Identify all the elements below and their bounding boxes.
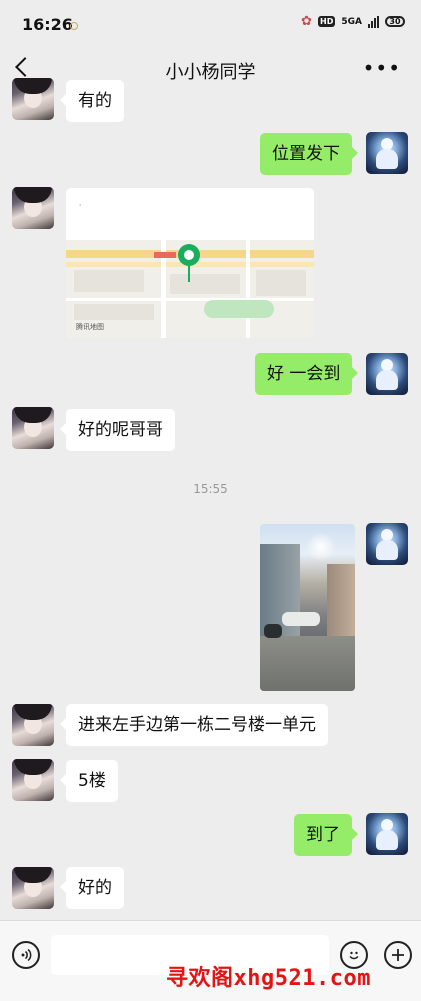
location-card[interactable]: · 腾讯地图 [66, 188, 314, 338]
status-bar: 16:26 ✿ HD 5GA 30 [0, 0, 421, 44]
self-avatar[interactable] [366, 523, 408, 565]
outgoing-photo[interactable] [260, 524, 355, 691]
map-park [204, 300, 274, 318]
location-map[interactable]: 腾讯地图 [66, 240, 314, 338]
more-dots-icon[interactable]: ••• [363, 56, 401, 80]
voice-icon[interactable] [12, 941, 40, 969]
contact-avatar[interactable] [12, 867, 54, 909]
map-source-label: 腾讯地图 [76, 323, 104, 331]
outgoing-message[interactable]: 位置发下 [260, 133, 358, 175]
battery-level: 30 [389, 17, 401, 26]
battery-icon: 30 [385, 16, 405, 27]
self-avatar[interactable] [366, 132, 408, 174]
incoming-message[interactable]: 好的 [60, 867, 124, 909]
incoming-message[interactable]: 有的 [60, 80, 124, 122]
incoming-message[interactable]: 好的呢哥哥 [60, 409, 175, 451]
self-avatar[interactable] [366, 813, 408, 855]
contact-avatar[interactable] [12, 704, 54, 746]
network-label: 5GA [341, 16, 362, 27]
outgoing-message[interactable]: 到了 [294, 814, 358, 856]
incoming-message[interactable]: 进来左手边第一栋二号楼一单元 [60, 704, 328, 746]
signal-icon [368, 15, 379, 28]
plus-icon[interactable] [384, 941, 412, 969]
contact-avatar[interactable] [12, 759, 54, 801]
watermark-text: 寻欢阁xhg521.com [166, 966, 371, 991]
notification-dot-icon [70, 22, 78, 30]
status-time: 16:26 [22, 15, 73, 34]
chat-header: 小小杨同学 ••• [0, 44, 421, 94]
sticker-status-icon: ✿ [301, 14, 313, 29]
message-timestamp: 15:55 [193, 482, 228, 496]
contact-avatar[interactable] [12, 78, 54, 120]
location-title: · [78, 198, 83, 214]
hd-badge: HD [318, 16, 336, 27]
outgoing-message[interactable]: 好 一会到 [255, 353, 359, 395]
self-avatar[interactable] [366, 353, 408, 395]
incoming-message[interactable]: 5楼 [60, 760, 118, 802]
contact-avatar[interactable] [12, 407, 54, 449]
status-indicators: ✿ HD 5GA 30 [301, 14, 405, 29]
chat-title: 小小杨同学 [165, 62, 256, 83]
map-pin-icon [178, 244, 200, 266]
contact-avatar[interactable] [12, 187, 54, 229]
